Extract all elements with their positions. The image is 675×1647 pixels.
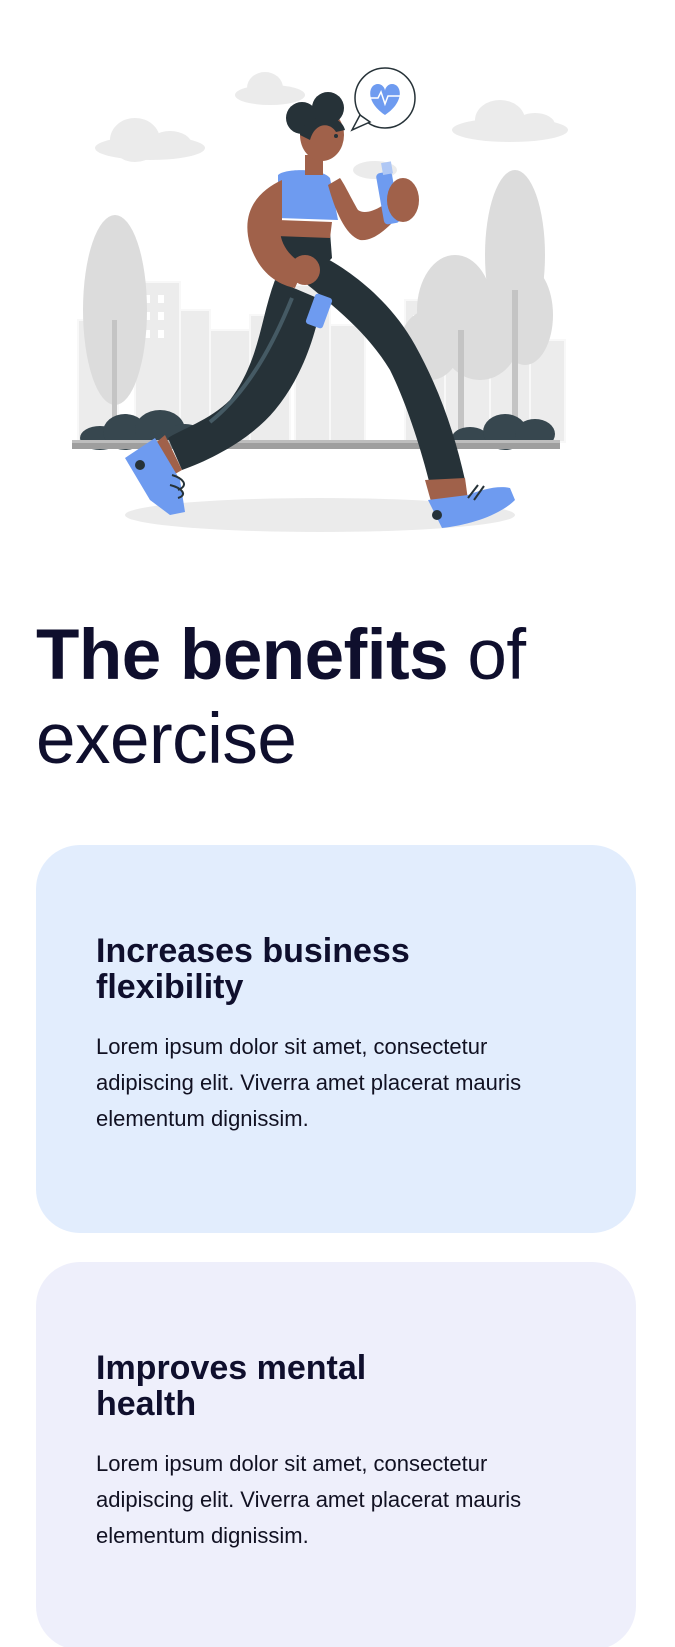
page-title: The benefits of exercise (36, 614, 636, 782)
heart-rate-speech-bubble-icon (350, 67, 416, 132)
benefit-card-title: Improves mental health (96, 1349, 367, 1423)
benefit-card-body: Lorem ipsum dolor sit amet, consectetur … (96, 1034, 522, 1131)
benefit-card-mental-health: Improves mental health Lorem ipsum dolor… (36, 1262, 636, 1647)
page: The benefits of exercise Increases busin… (0, 0, 675, 1647)
page-title-bold: The benefits (36, 616, 449, 695)
benefit-card-title: Increases business flexibility (96, 932, 410, 1006)
benefit-card-body: Lorem ipsum dolor sit amet, consectetur … (96, 1451, 522, 1548)
sports-top (278, 170, 338, 220)
hero-illustration (60, 60, 600, 560)
benefit-card-flexibility: Increases business flexibility Lorem ips… (36, 845, 636, 1233)
woman-running-illustration (72, 67, 568, 532)
